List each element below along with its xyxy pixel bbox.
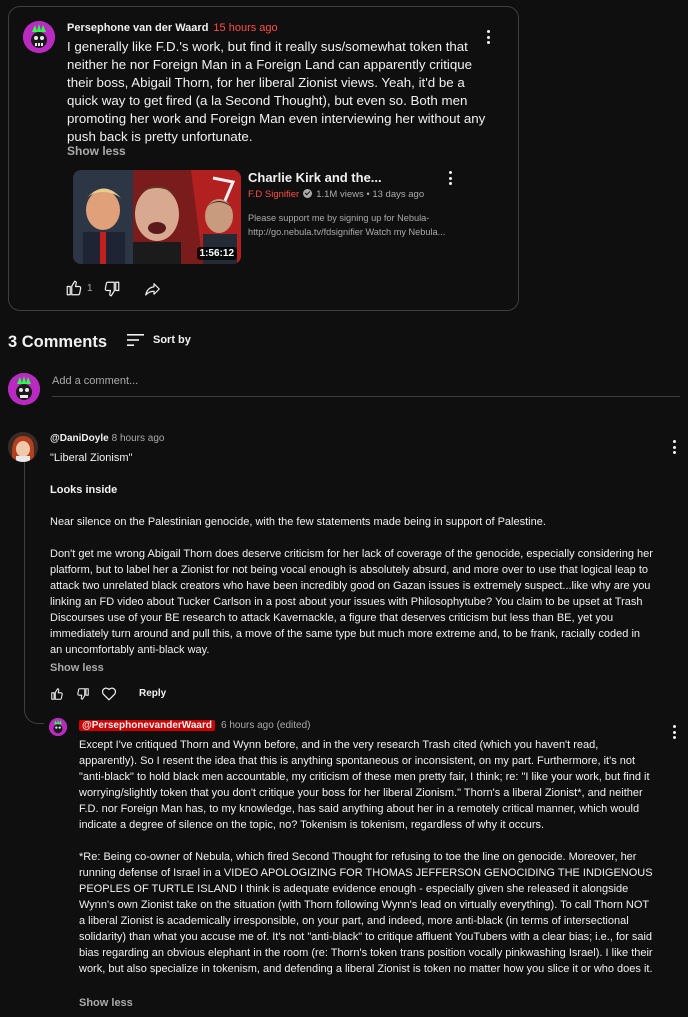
- post-author-avatar[interactable]: [23, 21, 55, 53]
- reply-body: Except I've critiqued Thorn and Wynn bef…: [79, 737, 657, 977]
- reply-time: 6 hours ago (edited): [220, 720, 311, 731]
- comment-author-avatar[interactable]: [8, 432, 38, 462]
- current-user-avatar: [8, 373, 40, 405]
- post-share-button[interactable]: [143, 280, 162, 298]
- comment-header: @DaniDoyle 8 hours ago: [50, 433, 164, 444]
- thumbs-down-icon: [104, 281, 120, 297]
- post-author-name[interactable]: Persephone van der Waard: [67, 22, 208, 34]
- comment-paragraph: "Liberal Zionism": [50, 452, 133, 464]
- post-like-count: 1: [87, 282, 93, 294]
- reply-paragraph: *Re: Being co-owner of Nebula, which fir…: [79, 851, 653, 975]
- video-description: Please support me by signing up for Nebu…: [248, 213, 446, 237]
- comment-paragraph: Looks inside: [50, 484, 118, 496]
- thumbs-up-icon: [51, 688, 63, 700]
- video-meta: F.D Signifier 1.1M views • 13 days ago: [248, 189, 425, 200]
- reply-header: @PersephonevanderWaard 6 hours ago (edite…: [79, 720, 311, 731]
- comment-paragraph: Near silence on the Palestinian genocide…: [50, 516, 546, 528]
- thumbs-up-icon: [66, 280, 82, 296]
- post-author[interactable]: Persephone van der Waard 15 hours ago: [67, 22, 278, 34]
- comment-like-button[interactable]: [50, 687, 64, 701]
- sort-by-label: Sort by: [153, 334, 191, 346]
- reply-author-avatar[interactable]: [49, 718, 67, 736]
- reply-author-name[interactable]: @PersephonevanderWaard: [79, 720, 215, 731]
- heart-icon: [101, 687, 117, 701]
- post-text: I generally like F.D.'s work, but find i…: [67, 39, 486, 144]
- video-duration-badge: 1:56:12: [196, 247, 237, 260]
- reply-thread-line: [24, 462, 44, 724]
- reply-show-less-link[interactable]: Show less: [79, 997, 133, 1009]
- video-views: 1.1M views: [316, 189, 364, 200]
- comments-count-heading: 3 Comments: [8, 333, 108, 351]
- comment-body: "Liberal Zionism" Looks inside Near sile…: [50, 450, 654, 658]
- comment-author-name[interactable]: @DaniDoyle: [50, 433, 109, 444]
- comment-more-actions-icon[interactable]: [664, 437, 684, 457]
- post-like-button[interactable]: 1: [65, 279, 93, 297]
- video-channel-name[interactable]: F.D Signifier: [248, 189, 299, 200]
- video-title[interactable]: Charlie Kirk and the...: [248, 170, 438, 185]
- video-more-actions-icon[interactable]: [440, 168, 460, 188]
- verified-badge-icon: [303, 189, 313, 198]
- sort-icon: [127, 334, 144, 346]
- post-show-less-link[interactable]: Show less: [67, 144, 126, 158]
- community-post-card: Persephone van der Waard 15 hours ago I g…: [8, 6, 519, 311]
- comment-dislike-button[interactable]: [76, 687, 90, 701]
- reply-button[interactable]: Reply: [139, 688, 166, 699]
- reply-more-actions-icon[interactable]: [664, 722, 684, 742]
- thumbs-down-icon: [77, 688, 89, 700]
- post-dislike-button[interactable]: [103, 280, 121, 298]
- comment-heart-button[interactable]: [101, 686, 117, 701]
- post-time: 15 hours ago: [213, 22, 278, 34]
- video-age: 13 days ago: [372, 189, 425, 200]
- comment-paragraph: Don't get me wrong Abigail Thorn does de…: [50, 548, 653, 656]
- sort-by-button[interactable]: Sort by: [127, 333, 191, 347]
- comment-time: 8 hours ago: [111, 433, 165, 444]
- add-comment-input[interactable]: Add a comment...: [52, 375, 680, 397]
- video-thumbnail[interactable]: 1:56:12: [73, 170, 241, 264]
- reply-paragraph: Except I've critiqued Thorn and Wynn bef…: [79, 739, 650, 831]
- share-icon: [145, 283, 160, 296]
- comment-show-less-link[interactable]: Show less: [50, 662, 104, 674]
